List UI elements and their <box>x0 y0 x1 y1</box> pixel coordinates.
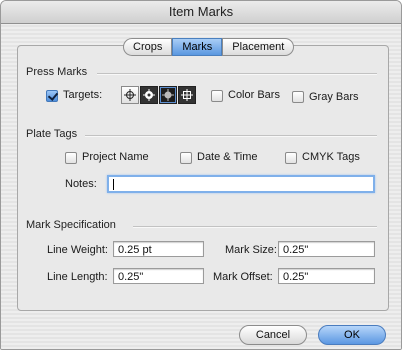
mark-offset-label: Mark Offset: <box>213 271 273 283</box>
item-marks-dialog: Item Marks Press Marks Targets: Color Ba… <box>0 0 402 350</box>
line-weight-label: Line Weight: <box>47 244 108 256</box>
tab-marks[interactable]: Marks <box>172 38 223 56</box>
press-marks-heading: Press Marks <box>26 66 88 78</box>
plate-tags-heading: Plate Tags <box>26 128 78 140</box>
dialog-content: Press Marks Targets: Color Bars Gray Bar… <box>1 24 401 349</box>
ok-button[interactable]: OK <box>318 325 386 345</box>
tab-placement[interactable]: Placement <box>222 38 295 56</box>
line-length-field[interactable]: 0.25" <box>113 268 204 284</box>
tab-panel: Press Marks Targets: Color Bars Gray Bar… <box>17 45 389 311</box>
gray-bars-label: Gray Bars <box>309 91 359 103</box>
solid-target-dark-icon[interactable] <box>159 86 177 104</box>
mark-size-field[interactable]: 0.25" <box>278 241 375 257</box>
date-time-label: Date & Time <box>197 151 258 163</box>
crosshair-target-icon[interactable] <box>121 86 139 104</box>
targets-label: Targets: <box>63 89 103 101</box>
targets-checkbox[interactable] <box>46 90 58 102</box>
color-bars-label: Color Bars <box>228 89 280 101</box>
crosshair-target-dark-icon[interactable] <box>178 86 196 104</box>
color-bars-checkbox[interactable] <box>211 90 223 102</box>
target-style-picker <box>121 86 197 104</box>
project-name-label: Project Name <box>82 151 149 163</box>
notes-label: Notes: <box>65 178 97 190</box>
mark-offset-field[interactable]: 0.25" <box>278 268 375 284</box>
separator <box>97 73 377 75</box>
gray-bars-checkbox[interactable] <box>292 91 304 103</box>
tab-crops[interactable]: Crops <box>123 38 173 56</box>
mark-specification-heading: Mark Specification <box>26 219 116 231</box>
cancel-button[interactable]: Cancel <box>239 325 307 345</box>
crosshair-target-dark-icon[interactable] <box>140 86 158 104</box>
separator <box>133 226 377 228</box>
line-weight-field[interactable]: 0.25 pt <box>113 241 204 257</box>
tab-bar: Crops Marks Placement <box>123 38 295 56</box>
cmyk-tags-label: CMYK Tags <box>302 151 360 163</box>
window-title: Item Marks <box>1 1 401 24</box>
cmyk-tags-checkbox[interactable] <box>285 152 297 164</box>
project-name-checkbox[interactable] <box>65 152 77 164</box>
notes-field[interactable] <box>107 175 375 193</box>
date-time-checkbox[interactable] <box>180 152 192 164</box>
text-caret <box>113 179 114 190</box>
line-length-label: Line Length: <box>47 271 108 283</box>
separator <box>85 135 377 137</box>
mark-size-label: Mark Size: <box>225 244 277 256</box>
